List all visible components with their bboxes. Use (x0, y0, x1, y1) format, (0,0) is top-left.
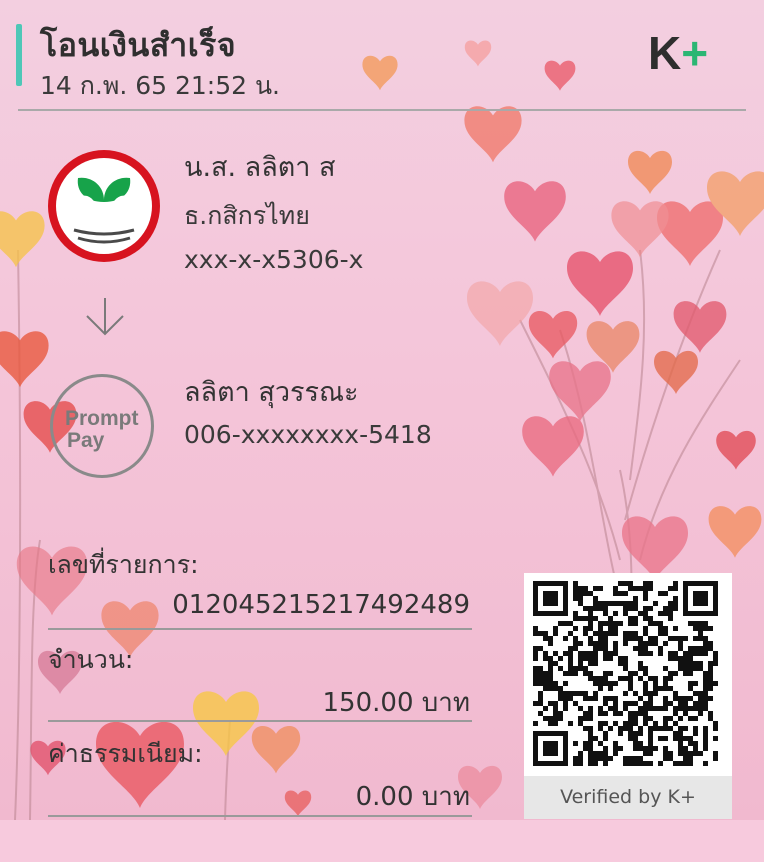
recipient-account: 006-xxxxxxxx-5418 (184, 420, 432, 449)
promptpay-logo-line2: Pay (67, 429, 105, 452)
amount-divider (48, 720, 472, 722)
sender-account: xxx-x-x5306-x (184, 245, 364, 274)
reference-label: เลขที่รายการ: (48, 550, 199, 579)
arrow-down-icon (86, 298, 124, 336)
reference-value: 012045215217492489 (172, 590, 470, 620)
sender-bank: ธ.กสิกรไทย (184, 201, 310, 230)
qr-code-icon (533, 581, 718, 766)
bottom-strip (0, 820, 764, 862)
promptpay-logo-line1: Prompt (65, 407, 139, 430)
kplus-logo-k: K (648, 27, 682, 79)
kbank-logo-icon (48, 150, 160, 262)
page-title: โอนเงินสำเร็จ (40, 26, 237, 64)
recipient-name: ลลิตา สุวรรณะ (184, 377, 359, 408)
sender-name: น.ส. ลลิตา ส (184, 152, 336, 183)
qr-verified-caption: Verified by K+ (524, 776, 732, 819)
transaction-datetime: 14 ก.พ. 65 21:52 น. (40, 71, 281, 100)
kplus-logo: K+ (648, 26, 708, 80)
fee-value: 0.00 บาท (355, 782, 470, 812)
amount-label: จำนวน: (48, 645, 134, 674)
fee-divider (48, 815, 472, 817)
promptpay-logo-icon: Prompt Pay (50, 374, 154, 478)
header-accent-bar (16, 24, 22, 86)
transfer-slip: โอนเงินสำเร็จ 14 ก.พ. 65 21:52 น. K+ น.ส… (0, 0, 764, 820)
kplus-logo-plus: + (681, 27, 709, 79)
reference-divider (48, 628, 472, 630)
fee-label: ค่าธรรมเนียม: (48, 739, 203, 768)
amount-value: 150.00 บาท (322, 688, 470, 718)
header-divider (18, 109, 746, 111)
